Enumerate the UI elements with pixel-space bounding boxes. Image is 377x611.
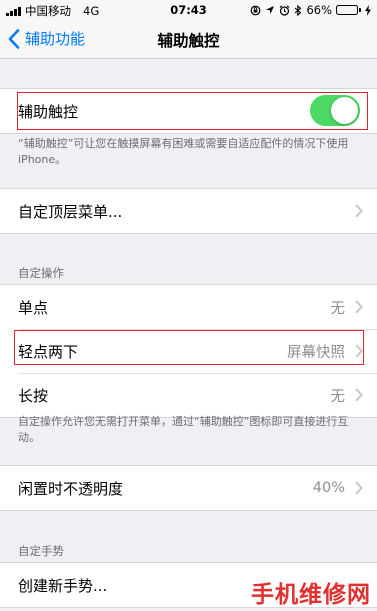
- chevron-right-icon: [355, 300, 363, 314]
- charging-icon: [365, 4, 371, 16]
- battery-percent: 66%: [306, 3, 332, 17]
- bluetooth-icon: [295, 4, 302, 16]
- long-press-label: 长按: [18, 386, 49, 405]
- customize-top-menu-label: 自定顶层菜单...: [18, 202, 123, 221]
- assistive-touch-toggle[interactable]: [310, 95, 360, 126]
- assistive-touch-group: 辅助触控: [0, 88, 377, 134]
- page-title: 辅助触控: [157, 32, 220, 50]
- idle-opacity-group: 闲置时不透明度 40%: [0, 465, 377, 511]
- chevron-right-icon: [355, 344, 363, 358]
- battery-icon: [336, 5, 361, 15]
- top-menu-group: 自定顶层菜单...: [0, 188, 377, 234]
- chevron-right-icon: [355, 481, 363, 495]
- single-tap-value: 无: [330, 300, 346, 317]
- navigation-bar: 辅助功能 辅助触控: [0, 20, 377, 59]
- alarm-icon: [280, 4, 290, 16]
- create-gesture-label: 创建新手势...: [18, 576, 108, 595]
- idle-opacity-row[interactable]: 闲置时不透明度 40%: [0, 466, 377, 510]
- double-tap-value: 屏幕快照: [287, 344, 345, 361]
- single-tap-label: 单点: [18, 298, 49, 317]
- chevron-right-icon: [355, 388, 363, 402]
- location-icon: [266, 6, 275, 14]
- long-press-row[interactable]: 长按 无: [0, 373, 377, 417]
- idle-opacity-label: 闲置时不透明度: [18, 479, 124, 498]
- custom-actions-header: 自定操作: [18, 266, 64, 280]
- idle-opacity-value: 40%: [312, 480, 345, 496]
- assistive-touch-label: 辅助触控: [18, 102, 79, 121]
- long-press-value: 无: [330, 388, 346, 405]
- watermark: 手机维修网: [251, 581, 371, 608]
- chevron-right-icon: [355, 204, 363, 218]
- orientation-lock-icon: [251, 5, 261, 15]
- custom-actions-footnote: 自定操作允许您无需打开菜单，通过“辅助触控”图标即可直接进行互动。: [18, 415, 349, 444]
- settings-screen: 中国移动 4G 07:43 66% 辅助功能 辅助触控 辅助触控 “辅助触控”可…: [0, 0, 377, 611]
- custom-gestures-header: 自定手势: [18, 544, 64, 558]
- customize-top-menu-row[interactable]: 自定顶层菜单...: [0, 189, 377, 233]
- assistive-touch-footnote: “辅助触控”可让您在触摸屏幕有困难或需要自适应配件的情况下使用 iPhone。: [18, 137, 349, 166]
- assistive-touch-row: 辅助触控: [0, 89, 377, 133]
- custom-actions-group: 单点 无 轻点两下 屏幕快照 长按 无: [0, 284, 377, 418]
- single-tap-row[interactable]: 单点 无: [0, 285, 377, 329]
- status-bar: 中国移动 4G 07:43 66%: [0, 0, 377, 20]
- double-tap-label: 轻点两下: [18, 342, 79, 361]
- double-tap-row[interactable]: 轻点两下 屏幕快照: [0, 329, 377, 373]
